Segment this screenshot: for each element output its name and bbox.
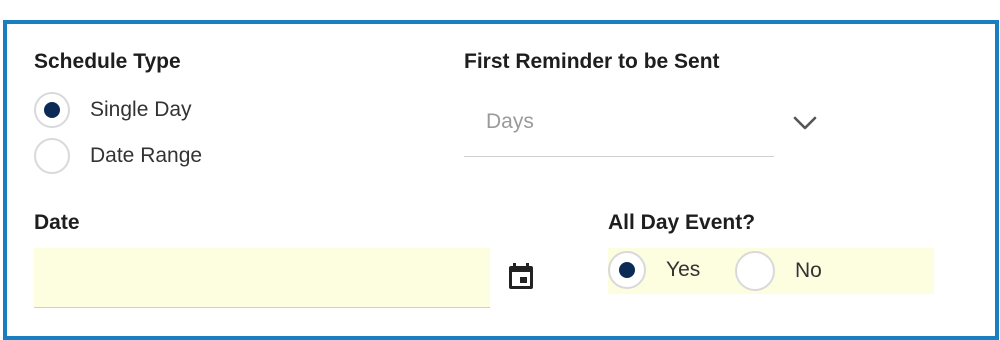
first-reminder-label: First Reminder to be Sent — [464, 50, 720, 73]
radio-yes[interactable] — [608, 251, 646, 289]
schedule-type-label: Schedule Type — [34, 50, 181, 73]
first-reminder-select[interactable]: Days — [464, 104, 774, 157]
radio-label-no: No — [795, 259, 822, 282]
radio-label-date-range: Date Range — [90, 144, 203, 167]
chevron-down-icon[interactable] — [791, 114, 819, 132]
all-day-option-yes[interactable]: Yes — [608, 251, 700, 289]
select-value: Days — [486, 110, 534, 133]
radio-no[interactable] — [735, 251, 775, 291]
schedule-option-date-range[interactable]: Date Range — [34, 138, 202, 174]
date-label: Date — [34, 211, 80, 234]
date-input[interactable] — [34, 248, 490, 308]
radio-single-day[interactable] — [34, 92, 70, 128]
all-day-event-label: All Day Event? — [608, 211, 756, 234]
radio-label-single-day: Single Day — [90, 98, 192, 121]
radio-date-range[interactable] — [34, 138, 70, 174]
schedule-option-single-day[interactable]: Single Day — [34, 92, 192, 128]
all-day-option-no[interactable]: No — [735, 251, 822, 291]
calendar-icon[interactable] — [508, 262, 534, 290]
radio-label-yes: Yes — [666, 258, 701, 281]
radio-selected-dot — [619, 262, 635, 278]
radio-selected-dot — [44, 102, 60, 118]
